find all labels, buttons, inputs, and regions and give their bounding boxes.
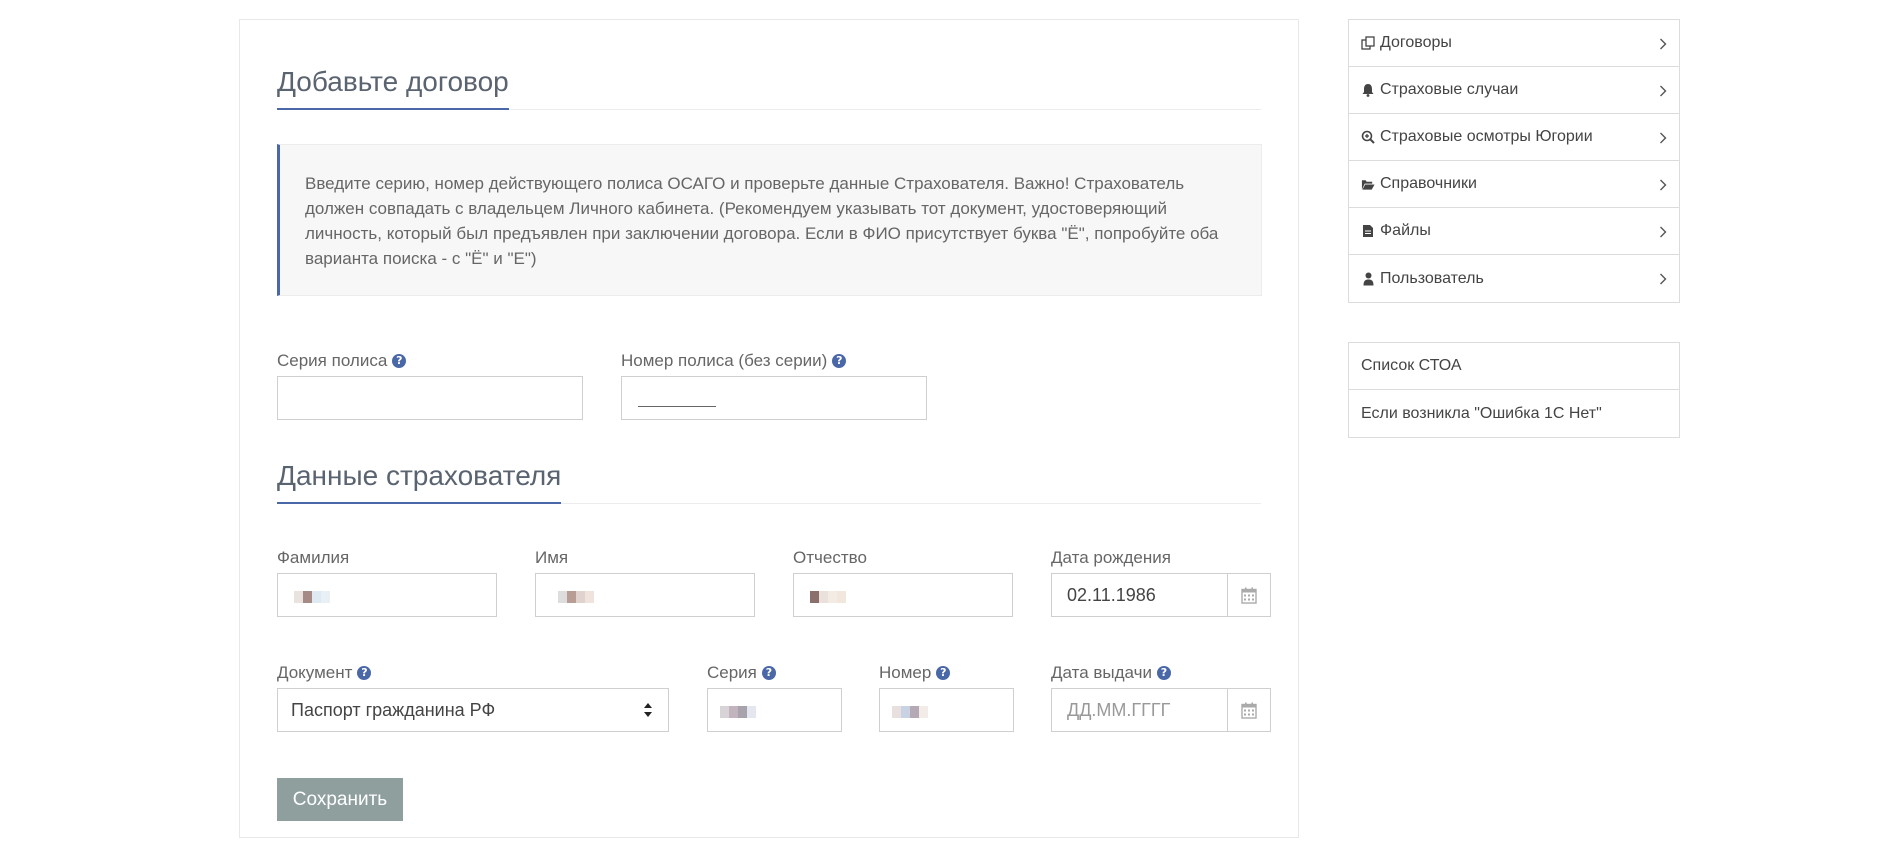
- insurer-section-title: Данные страхователя: [277, 460, 562, 504]
- policy-number-label-text: Номер полиса (без серии): [621, 351, 828, 370]
- sidebar-item-insurance-cases[interactable]: Страховые случаи: [1349, 67, 1679, 114]
- redacted-value: [810, 591, 846, 603]
- chevron-right-icon: [1659, 84, 1667, 102]
- sidebar-item-label: Страховые случаи: [1380, 81, 1519, 98]
- policy-number-label: Номер полиса (без серии) ?: [621, 351, 847, 371]
- calendar-icon[interactable]: [1227, 574, 1270, 616]
- document-selected: Паспорт гражданина РФ: [291, 699, 496, 720]
- patronymic-input[interactable]: [793, 573, 1013, 617]
- form-heading: Добавьте договор: [277, 66, 1261, 110]
- sidebar-item-label: Пользователь: [1380, 269, 1484, 287]
- redacted-value: [720, 706, 756, 718]
- chevron-right-icon: [1659, 37, 1667, 55]
- sidebar-item-user[interactable]: Пользователь: [1349, 255, 1679, 302]
- surname-label: Фамилия: [277, 548, 350, 567]
- redacted-value: [294, 591, 330, 603]
- chevron-right-icon: [1659, 272, 1667, 290]
- birthdate-field[interactable]: 02.11.1986: [1051, 573, 1271, 617]
- sidebar-item-contracts[interactable]: Договоры: [1349, 20, 1679, 67]
- sidebar-item-label: Договоры: [1380, 34, 1452, 51]
- issue-date-placeholder[interactable]: ДД.ММ.ГГГГ: [1052, 689, 1227, 731]
- help-icon[interactable]: ?: [1156, 666, 1171, 680]
- file-icon: [1361, 224, 1375, 238]
- document-label: Документ ?: [277, 663, 372, 683]
- chevron-right-icon: [1659, 225, 1667, 243]
- sidebar-links: Список СТОА Если возникла "Ошибка 1С Нет…: [1348, 342, 1680, 438]
- sidebar-item-label: Страховые осмотры Югории: [1380, 128, 1593, 145]
- help-icon[interactable]: ?: [761, 666, 776, 680]
- sidebar-menu: Договоры Страховые случаи Страховые осмо…: [1348, 19, 1680, 303]
- insurer-heading: Данные страхователя: [277, 460, 1261, 504]
- document-label-text: Документ: [277, 663, 353, 682]
- policy-series-label-text: Серия полиса: [277, 351, 388, 370]
- name-input[interactable]: [535, 573, 755, 617]
- policy-series-input[interactable]: [277, 376, 583, 420]
- info-notice: Введите серию, номер действующего полиса…: [277, 144, 1262, 296]
- birthdate-label: Дата рождения: [1051, 548, 1171, 567]
- sidebar-item-inspections[interactable]: Страховые осмотры Югории: [1349, 114, 1679, 161]
- sidebar-item-label: Справочники: [1380, 175, 1477, 192]
- surname-input[interactable]: [277, 573, 497, 617]
- sidebar-item-label: Файлы: [1380, 222, 1431, 239]
- doc-number-input[interactable]: [879, 688, 1014, 732]
- user-icon: [1361, 272, 1375, 286]
- bell-icon: [1361, 83, 1375, 97]
- sort-arrows-icon: [643, 702, 653, 723]
- sidebar-item-directories[interactable]: Справочники: [1349, 161, 1679, 208]
- issue-date-label: Дата выдачи ?: [1051, 663, 1171, 683]
- issue-date-label-text: Дата выдачи: [1051, 663, 1152, 682]
- birthdate-value[interactable]: 02.11.1986: [1052, 574, 1227, 616]
- chevron-right-icon: [1659, 178, 1667, 196]
- copy-icon: [1361, 36, 1375, 50]
- document-select[interactable]: Паспорт гражданина РФ: [277, 688, 669, 732]
- help-icon[interactable]: ?: [936, 666, 951, 680]
- doc-series-label: Серия ?: [707, 663, 776, 683]
- policy-number-input[interactable]: [621, 376, 927, 420]
- folder-open-icon: [1361, 177, 1375, 191]
- save-button[interactable]: Сохранить: [277, 778, 403, 821]
- doc-series-input[interactable]: [707, 688, 842, 732]
- input-mask: [638, 406, 716, 407]
- doc-number-label: Номер ?: [879, 663, 951, 683]
- patronymic-label: Отчество: [793, 548, 867, 567]
- sidebar-item-files[interactable]: Файлы: [1349, 208, 1679, 255]
- calendar-icon[interactable]: [1227, 689, 1270, 731]
- doc-series-label-text: Серия: [707, 663, 757, 682]
- help-icon[interactable]: ?: [392, 354, 407, 368]
- add-contract-panel: Добавьте договор Введите серию, номер де…: [239, 19, 1299, 838]
- help-icon[interactable]: ?: [832, 354, 847, 368]
- help-icon[interactable]: ?: [357, 666, 372, 680]
- search-plus-icon: [1361, 130, 1375, 144]
- page-title: Добавьте договор: [277, 66, 509, 110]
- issue-date-field[interactable]: ДД.ММ.ГГГГ: [1051, 688, 1271, 732]
- name-label: Имя: [535, 548, 569, 567]
- redacted-value: [558, 591, 594, 603]
- redacted-value: [892, 706, 928, 718]
- policy-series-label: Серия полиса ?: [277, 351, 407, 371]
- chevron-right-icon: [1659, 131, 1667, 149]
- link-sto-list[interactable]: Список СТОА: [1349, 343, 1679, 390]
- link-1c-error[interactable]: Если возникла "Ошибка 1С Нет": [1349, 390, 1679, 437]
- doc-number-label-text: Номер: [879, 663, 932, 682]
